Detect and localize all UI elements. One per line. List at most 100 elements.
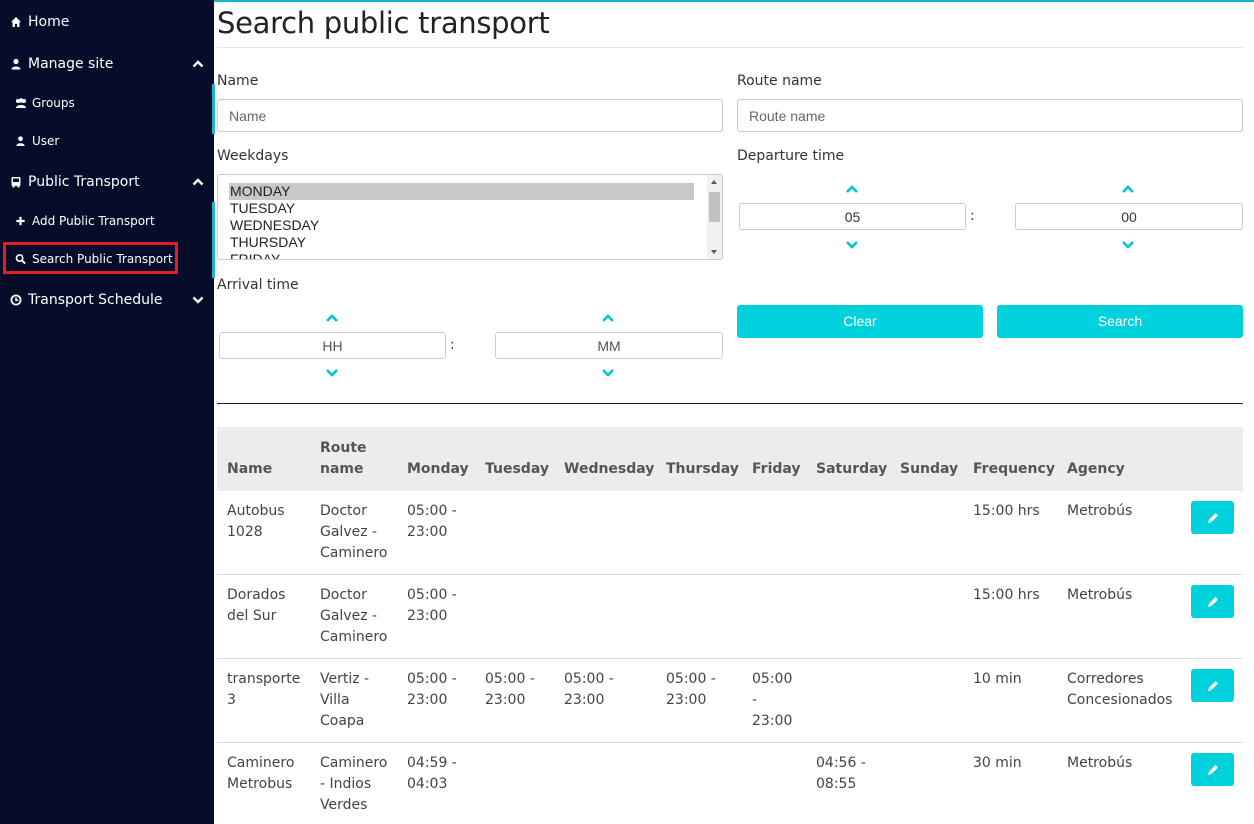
sidebar-item-label: Manage site [28,56,114,72]
sidebar-section-marker [212,202,215,278]
weekday-option[interactable]: THURSDAY [218,234,722,251]
sidebar-item-label: User [32,134,60,148]
cell-monday: 04:59 - 04:03 [407,755,457,792]
sidebar: Home Manage site Groups User Public Tran… [0,0,214,824]
sidebar-item-groups[interactable]: Groups [0,94,214,112]
column-header-name: Name [227,461,273,477]
cell-frequency: 10 min [973,671,1022,687]
cell-agency: Metrobús [1067,755,1133,771]
cell-route: Caminero - Indios Verdes [320,755,388,813]
home-icon [11,17,21,27]
clock-icon [10,294,22,306]
pencil-icon [1207,764,1218,775]
weekdays-listbox[interactable]: MONDAY TUESDAY WEDNESDAY THURSDAY FRIDAY [217,174,723,260]
departure-minute-up-icon[interactable] [1121,184,1135,194]
arrival-hour-input[interactable] [219,332,446,359]
arrival-hour-up-icon[interactable] [325,313,339,323]
column-header-thursday: Thursday [666,461,739,477]
edit-button[interactable] [1191,585,1234,618]
cell-saturday: 04:56 - 08:55 [816,755,866,792]
departure-minute-down-icon[interactable] [1121,240,1135,250]
sidebar-item-label: Add Public Transport [32,214,155,228]
pencil-icon [1207,596,1218,607]
departure-hour-up-icon[interactable] [845,184,859,194]
weekday-option[interactable]: WEDNESDAY [218,217,722,234]
name-input[interactable] [217,99,723,132]
route-name-input[interactable] [737,99,1243,132]
sidebar-item-label: Public Transport [28,174,140,190]
cell-monday: 05:00 - 23:00 [407,503,457,540]
cell-name: transporte 3 [227,671,301,708]
sidebar-item-transport-schedule[interactable]: Transport Schedule [0,290,214,310]
sidebar-item-user[interactable]: User [0,132,214,150]
cell-frequency: 15:00 hrs [973,503,1040,519]
chevron-up-icon [192,60,204,68]
cell-agency: Metrobús [1067,587,1133,603]
sidebar-section-marker [212,84,215,134]
arrival-minute-down-icon[interactable] [601,368,615,378]
edit-button[interactable] [1191,753,1234,786]
form-divider [217,403,1243,404]
active-item-highlight [3,242,178,274]
sidebar-item-label: Home [28,14,70,30]
weekday-option[interactable]: TUESDAY [218,200,722,217]
sidebar-item-public-transport[interactable]: Public Transport [0,172,214,192]
title-divider [217,47,1243,48]
column-header-tuesday: Tuesday [485,461,549,477]
column-header-monday: Monday [407,461,469,477]
departure-hour-down-icon[interactable] [845,240,859,250]
sidebar-item-home[interactable]: Home [0,12,214,32]
weekday-option[interactable]: FRIDAY [218,251,722,259]
cell-monday: 05:00 - 23:00 [407,671,457,708]
sidebar-item-label: Groups [32,96,75,110]
bus-icon [11,177,21,188]
time-separator: : [450,337,455,353]
cell-thursday: 05:00 - 23:00 [666,671,716,708]
cell-name: Autobus 1028 [227,503,285,540]
column-header-wednesday: Wednesday [564,461,655,477]
chevron-up-icon [192,178,204,186]
cell-agency: Corredores Concesionados [1067,671,1173,708]
column-header-frequency: Frequency [973,461,1055,477]
arrival-minute-up-icon[interactable] [601,313,615,323]
plus-icon [16,216,25,226]
name-label: Name [217,73,259,89]
scroll-up-arrow-icon[interactable] [711,180,717,184]
departure-hour-input[interactable] [739,203,966,230]
table-row: Caminero Metrobus Caminero - Indios Verd… [217,743,1243,824]
column-header-agency: Agency [1067,461,1125,477]
listbox-scrollbar[interactable] [707,175,722,259]
table-row: Autobus 1028 Doctor Galvez - Caminero 05… [217,491,1243,575]
cell-route: Doctor Galvez - Caminero [320,503,388,561]
column-header-route-name: Route name [320,440,367,477]
time-separator: : [970,208,975,224]
arrival-minute-input[interactable] [495,332,723,359]
sidebar-item-manage-site[interactable]: Manage site [0,54,214,74]
cell-friday: 05:00 - 23:00 [752,671,793,729]
pencil-icon [1207,680,1218,691]
table-row: Dorados del Sur Doctor Galvez - Caminero… [217,575,1243,659]
scroll-down-arrow-icon[interactable] [711,250,717,254]
clear-button[interactable]: Clear [737,305,983,338]
cell-frequency: 30 min [973,755,1022,771]
sidebar-item-add-public-transport[interactable]: Add Public Transport [0,212,214,230]
users-icon [16,98,26,108]
cell-wednesday: 05:00 - 23:00 [564,671,614,708]
column-header-friday: Friday [752,461,801,477]
top-accent-line [214,0,1254,2]
edit-button[interactable] [1191,669,1234,702]
page-title: Search public transport [217,6,550,40]
weekday-option[interactable]: MONDAY [229,183,694,200]
arrival-hour-down-icon[interactable] [325,368,339,378]
cell-name: Dorados del Sur [227,587,286,624]
edit-button[interactable] [1191,501,1234,534]
cell-agency: Metrobús [1067,503,1133,519]
cell-frequency: 15:00 hrs [973,587,1040,603]
scrollbar-thumb[interactable] [709,192,720,222]
weekdays-label: Weekdays [217,148,289,164]
search-button[interactable]: Search [997,305,1243,338]
cell-monday: 05:00 - 23:00 [407,587,457,624]
user-icon [11,58,21,70]
column-header-sunday: Sunday [900,461,959,477]
departure-minute-input[interactable] [1015,203,1243,230]
